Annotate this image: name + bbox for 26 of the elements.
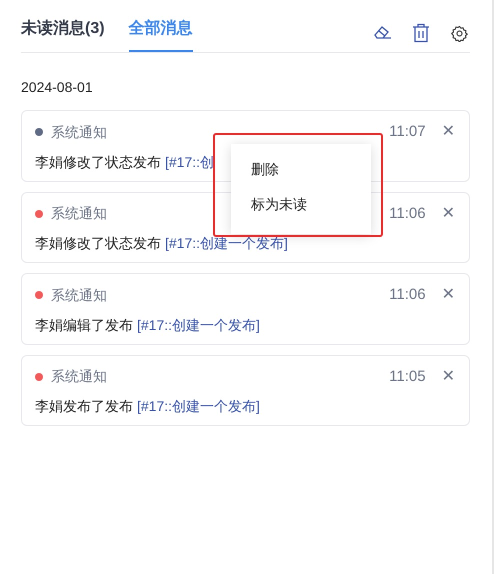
message-source: 系统通知	[51, 204, 107, 224]
menu-item[interactable]: 标为未读	[231, 187, 371, 222]
message-source: 系统通知	[51, 122, 107, 142]
message-link[interactable]: [#17::创	[165, 152, 214, 172]
message-time: 11:06	[389, 204, 426, 224]
message-text: 李娟发布了发布	[35, 397, 133, 416]
message-time: 11:07	[389, 122, 426, 142]
trash-icon[interactable]	[410, 22, 432, 44]
menu-item[interactable]: 删除	[231, 152, 371, 187]
message-link[interactable]: [#17::创建一个发布]	[165, 233, 288, 254]
message-link[interactable]: [#17::创建一个发布]	[137, 396, 260, 417]
message-source: 系统通知	[51, 367, 107, 386]
date-heading: 2024-08-01	[21, 78, 94, 97]
message-text: 李娟修改了状态发布	[35, 234, 161, 253]
close-button[interactable]: ✕	[442, 124, 455, 140]
tab[interactable]: 未读消息(3)	[21, 18, 105, 52]
message-text: 李娟修改了状态发布	[35, 152, 161, 172]
message-time: 11:05	[389, 366, 426, 386]
message-text: 李娟编辑了发布	[35, 316, 133, 334]
message-source: 系统通知	[51, 286, 107, 305]
tab[interactable]: 全部消息	[128, 18, 193, 52]
close-button[interactable]: ✕	[442, 368, 455, 385]
message-time: 11:06	[389, 285, 426, 305]
close-button[interactable]: ✕	[442, 206, 455, 222]
close-button[interactable]: ✕	[442, 287, 455, 304]
message-link[interactable]: [#17::创建一个发布]	[137, 314, 260, 336]
